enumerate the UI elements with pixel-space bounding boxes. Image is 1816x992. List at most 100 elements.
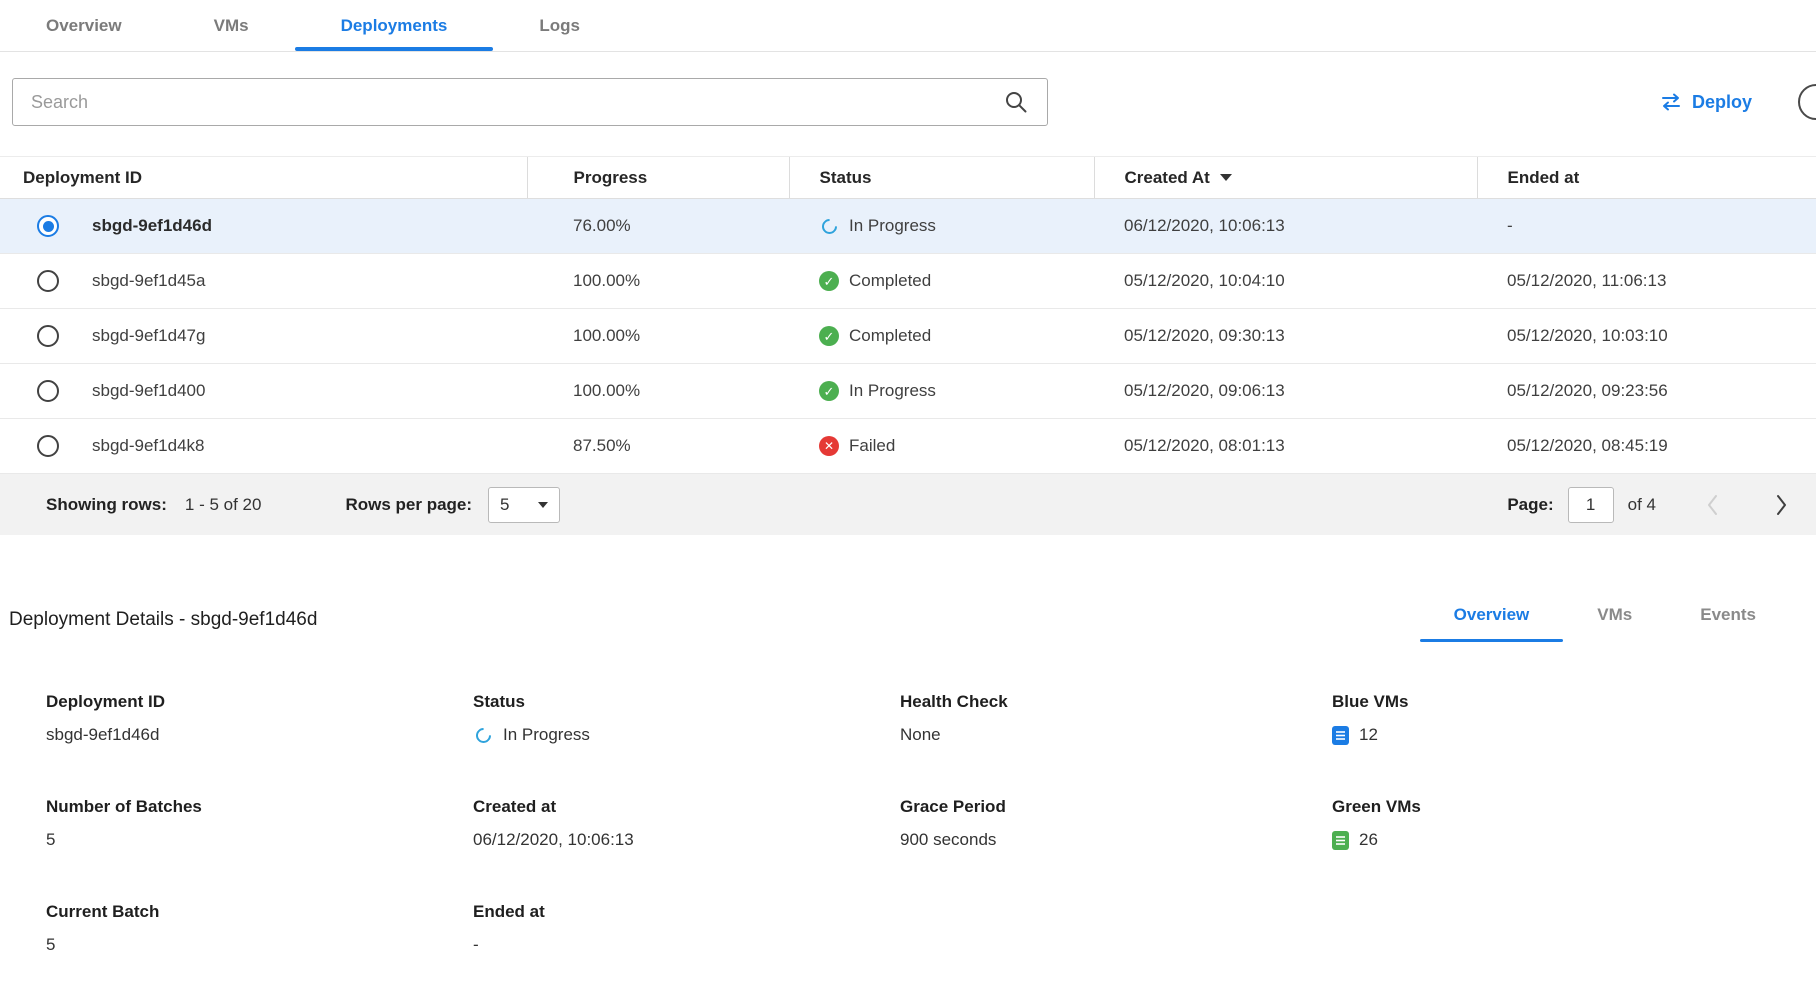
progress-cell: 100.00% [527, 309, 789, 364]
tab-overview[interactable]: Overview [0, 0, 168, 51]
field-health-check: Health Check None [900, 692, 1332, 745]
field-ended-at: Ended at - [473, 902, 900, 955]
row-radio[interactable] [37, 215, 59, 237]
status-in-progress-icon [472, 724, 493, 745]
field-value: 5 [46, 935, 473, 955]
field-label: Deployment ID [46, 692, 473, 712]
deployment-id-cell: sbgd-9ef1d400 [92, 381, 205, 401]
row-radio[interactable] [37, 435, 59, 457]
field-label: Number of Batches [46, 797, 473, 817]
details-column-1: Deployment ID sbgd-9ef1d46d Number of Ba… [46, 692, 473, 992]
deploy-button[interactable]: Deploy [1660, 92, 1752, 113]
prev-page-button[interactable] [1706, 493, 1719, 517]
rows-per-page-value: 5 [500, 495, 509, 515]
green-vm-icon [1332, 831, 1349, 850]
ended-at-cell: 05/12/2020, 08:45:19 [1477, 419, 1816, 474]
details-title: Deployment Details - sbgd-9ef1d46d [9, 609, 1420, 631]
created-at-cell: 05/12/2020, 09:30:13 [1094, 309, 1477, 364]
status-cell: Completed [849, 271, 931, 291]
details-column-2: Status In Progress Created at 06/12/2020… [473, 692, 900, 992]
table-row[interactable]: sbgd-9ef1d400 100.00% In Progress 05/12/… [0, 364, 1816, 419]
row-radio[interactable] [37, 380, 59, 402]
created-at-cell: 05/12/2020, 08:01:13 [1094, 419, 1477, 474]
field-value: None [900, 725, 1332, 745]
field-value: 5 [46, 830, 473, 850]
field-status: Status In Progress [473, 692, 900, 745]
column-header-deployment-id[interactable]: Deployment ID [0, 157, 527, 199]
table-row[interactable]: sbgd-9ef1d46d 76.00% In Progress 06/12/2… [0, 199, 1816, 254]
status-in-progress-icon [818, 215, 839, 236]
progress-cell: 100.00% [527, 254, 789, 309]
field-value: 900 seconds [900, 830, 1332, 850]
field-value: 06/12/2020, 10:06:13 [473, 830, 900, 850]
details-header: Deployment Details - sbgd-9ef1d46d Overv… [0, 597, 1816, 642]
table-row[interactable]: sbgd-9ef1d45a 100.00% Completed 05/12/20… [0, 254, 1816, 309]
deployments-table: Deployment ID Progress Status Created At… [0, 156, 1816, 474]
field-grace-period: Grace Period 900 seconds [900, 797, 1332, 850]
deployment-id-cell: sbgd-9ef1d46d [92, 216, 212, 236]
next-page-button[interactable] [1775, 493, 1788, 517]
field-value: 26 [1359, 830, 1378, 850]
field-value: - [473, 935, 900, 955]
page-total: of 4 [1628, 495, 1656, 515]
swap-arrows-icon [1660, 93, 1682, 111]
field-value: 12 [1359, 725, 1378, 745]
created-at-cell: 06/12/2020, 10:06:13 [1094, 199, 1477, 254]
progress-cell: 87.50% [527, 419, 789, 474]
status-cell: Completed [849, 326, 931, 346]
details-column-3: Health Check None Grace Period 900 secon… [900, 692, 1332, 992]
field-label: Current Batch [46, 902, 473, 922]
table-row[interactable]: sbgd-9ef1d4k8 87.50% Failed 05/12/2020, … [0, 419, 1816, 474]
deployment-id-cell: sbgd-9ef1d47g [92, 326, 205, 346]
status-cell: In Progress [849, 381, 936, 401]
field-created-at: Created at 06/12/2020, 10:06:13 [473, 797, 900, 850]
pagination: Page: of 4 [1507, 487, 1788, 523]
column-header-progress[interactable]: Progress [527, 157, 789, 199]
field-label: Status [473, 692, 900, 712]
toolbar: Deploy [0, 78, 1816, 126]
column-header-status[interactable]: Status [789, 157, 1094, 199]
page-input[interactable] [1568, 487, 1614, 523]
details-tab-events[interactable]: Events [1666, 597, 1790, 642]
column-header-ended-at[interactable]: Ended at [1477, 157, 1816, 199]
page-label: Page: [1507, 495, 1553, 515]
details-grid: Deployment ID sbgd-9ef1d46d Number of Ba… [0, 692, 1816, 992]
column-header-created-at[interactable]: Created At [1094, 157, 1477, 199]
status-cell: In Progress [849, 216, 936, 236]
progress-cell: 100.00% [527, 364, 789, 419]
showing-rows-value: 1 - 5 of 20 [185, 495, 262, 515]
created-at-cell: 05/12/2020, 10:04:10 [1094, 254, 1477, 309]
search-icon [1004, 90, 1028, 119]
status-completed-icon [819, 381, 839, 401]
status-completed-icon [819, 326, 839, 346]
field-label: Created at [473, 797, 900, 817]
refresh-icon[interactable] [1798, 84, 1816, 120]
deployment-id-cell: sbgd-9ef1d4k8 [92, 436, 204, 456]
table-row[interactable]: sbgd-9ef1d47g 100.00% Completed 05/12/20… [0, 309, 1816, 364]
field-label: Grace Period [900, 797, 1332, 817]
details-column-4: Blue VMs 12 Green VMs 26 [1332, 692, 1816, 992]
chevron-left-icon [1706, 493, 1719, 517]
table-footer: Showing rows: 1 - 5 of 20 Rows per page:… [0, 474, 1816, 535]
field-green-vms: Green VMs 26 [1332, 797, 1816, 850]
row-radio[interactable] [37, 325, 59, 347]
status-failed-icon [819, 436, 839, 456]
details-tab-vms[interactable]: VMs [1563, 597, 1666, 642]
deploy-label: Deploy [1692, 92, 1752, 113]
field-label: Health Check [900, 692, 1332, 712]
details-tab-overview[interactable]: Overview [1420, 597, 1564, 642]
tab-logs[interactable]: Logs [493, 0, 626, 51]
search-input[interactable] [12, 78, 1048, 126]
ended-at-cell: 05/12/2020, 11:06:13 [1477, 254, 1816, 309]
field-value: In Progress [503, 725, 590, 745]
rows-per-page-select[interactable]: 5 [488, 487, 560, 523]
sort-desc-icon [1220, 174, 1232, 181]
blue-vm-icon [1332, 726, 1349, 745]
progress-cell: 76.00% [527, 199, 789, 254]
tab-deployments[interactable]: Deployments [295, 0, 494, 51]
caret-down-icon [538, 502, 548, 508]
top-tab-bar: Overview VMs Deployments Logs [0, 0, 1816, 52]
row-radio[interactable] [37, 270, 59, 292]
tab-vms[interactable]: VMs [168, 0, 295, 51]
rows-per-page-label: Rows per page: [345, 495, 472, 515]
